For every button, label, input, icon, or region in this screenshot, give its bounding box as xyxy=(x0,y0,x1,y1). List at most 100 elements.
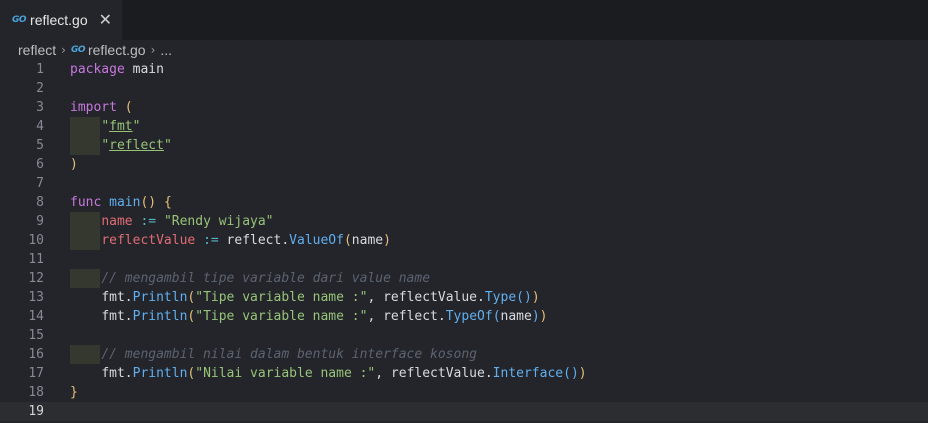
code-editor[interactable]: 1 package main 2 3 import ( 4 "fmt" 5 "r… xyxy=(0,60,928,423)
line-content: // mengambil nilai dalam bentuk interfac… xyxy=(70,345,477,364)
line-content: fmt.Println("Tipe variable name :", refl… xyxy=(70,288,540,307)
line-number: 7 xyxy=(36,176,44,191)
code-line[interactable]: 16 // mengambil nilai dalam bentuk inter… xyxy=(0,345,928,364)
keyword: package xyxy=(70,62,125,77)
line-content: reflectValue := reflect.ValueOf(name) xyxy=(70,231,391,250)
code-line[interactable]: 13 fmt.Println("Tipe variable name :", r… xyxy=(0,288,928,307)
argument: name xyxy=(500,309,532,324)
code-line[interactable]: 18 } xyxy=(0,383,928,402)
function-name: main xyxy=(109,195,141,210)
function-call: TypeOf xyxy=(445,309,493,324)
breadcrumb-file[interactable]: reflect.go xyxy=(88,42,146,58)
string: "Tipe variable name :" xyxy=(195,309,368,324)
paren: () xyxy=(140,195,157,210)
package-ref: fmt. xyxy=(101,366,133,381)
line-number: 19 xyxy=(28,404,44,419)
argument: , reflectValue. xyxy=(375,366,493,381)
line-number: 5 xyxy=(36,138,44,153)
keyword: func xyxy=(70,195,102,210)
code-line[interactable]: 7 xyxy=(0,174,928,193)
chevron-right-icon: › xyxy=(61,43,66,57)
variable: name xyxy=(101,214,133,229)
tab-bar: GO reflect.go ✕ xyxy=(0,0,928,40)
line-content: import ( xyxy=(70,98,133,117)
string: "Tipe variable name :" xyxy=(195,290,368,305)
function-call: Println xyxy=(132,309,188,324)
comment: // mengambil tipe variable dari value na… xyxy=(101,271,431,286)
paren: ) xyxy=(578,366,587,381)
paren: ) xyxy=(531,290,540,305)
line-number: 10 xyxy=(28,233,44,248)
line-number: 13 xyxy=(28,290,44,305)
operator: := xyxy=(203,233,219,248)
code-line[interactable]: 9 name := "Rendy wijaya" xyxy=(0,212,928,231)
breadcrumb-more[interactable]: ... xyxy=(160,42,172,58)
line-number: 3 xyxy=(36,100,44,115)
line-content: package main xyxy=(70,60,164,79)
argument: , reflectValue. xyxy=(367,290,485,305)
line-number: 8 xyxy=(36,195,44,210)
paren: () xyxy=(516,290,532,305)
code-line[interactable]: 11 xyxy=(0,250,928,269)
paren: ) xyxy=(383,233,391,248)
code-line[interactable]: 10 reflectValue := reflect.ValueOf(name) xyxy=(0,231,928,250)
code-line[interactable]: 3 import ( xyxy=(0,98,928,117)
line-number: 15 xyxy=(28,328,44,343)
package-ref: fmt. xyxy=(101,309,133,324)
line-number: 2 xyxy=(36,81,44,96)
close-icon[interactable]: ✕ xyxy=(99,11,112,29)
string: "reflect" xyxy=(101,138,172,153)
line-number: 12 xyxy=(28,271,44,286)
argument: , reflect. xyxy=(367,309,446,324)
code-line[interactable]: 15 xyxy=(0,326,928,345)
paren: () xyxy=(563,366,579,381)
comment: // mengambil nilai dalam bentuk interfac… xyxy=(101,347,477,362)
paren: ( xyxy=(492,309,501,324)
line-content: "reflect" xyxy=(70,136,172,155)
package-name: main xyxy=(124,62,164,77)
brace: { xyxy=(163,195,172,210)
tab-reflect-go[interactable]: GO reflect.go ✕ xyxy=(0,0,122,40)
code-line[interactable]: 4 "fmt" xyxy=(0,117,928,136)
paren: ( xyxy=(124,100,133,115)
function-call: Println xyxy=(132,366,188,381)
code-line-current[interactable]: 19 xyxy=(0,402,928,421)
paren: ) xyxy=(531,309,540,324)
code-line[interactable]: 1 package main xyxy=(0,60,928,79)
line-content: // mengambil tipe variable dari value na… xyxy=(70,269,430,288)
code-line[interactable]: 17 fmt.Println("Nilai variable name :", … xyxy=(0,364,928,383)
breadcrumb: reflect › GO reflect.go › ... xyxy=(0,40,928,60)
function-call: ValueOf xyxy=(289,233,344,248)
line-content: fmt.Println("Nilai variable name :", ref… xyxy=(70,364,587,383)
go-file-icon: GO xyxy=(12,14,27,25)
code-line[interactable]: 2 xyxy=(0,79,928,98)
brace: } xyxy=(70,385,78,400)
function-call: Println xyxy=(132,290,188,305)
line-content: } xyxy=(70,383,78,402)
tab-title: reflect.go xyxy=(30,12,88,28)
line-content: func main() { xyxy=(70,193,172,212)
string: "fmt" xyxy=(101,119,141,134)
paren: ) xyxy=(539,309,548,324)
go-file-icon: GO xyxy=(70,44,86,55)
string: "Nilai variable name :" xyxy=(195,366,376,381)
package-ref: fmt. xyxy=(101,290,133,305)
line-number: 17 xyxy=(28,366,44,381)
paren: ) xyxy=(70,157,78,172)
code-line[interactable]: 8 func main() { xyxy=(0,193,928,212)
line-number: 1 xyxy=(36,62,44,77)
line-content: "fmt" xyxy=(70,117,140,136)
paren: ( xyxy=(343,233,352,248)
breadcrumb-folder[interactable]: reflect xyxy=(18,42,56,58)
code-line[interactable]: 5 "reflect" xyxy=(0,136,928,155)
code-line[interactable]: 14 fmt.Println ("Tipe variable name :", r… xyxy=(0,307,928,326)
argument: name xyxy=(351,233,384,248)
line-content: fmt.Println ( "Tipe variable name :", refl… xyxy=(70,307,547,326)
package-ref: reflect. xyxy=(226,233,290,248)
code-line[interactable]: 6 ) xyxy=(0,155,928,174)
editor-window: GO reflect.go ✕ reflect › GO reflect.go … xyxy=(0,0,928,423)
keyword: import xyxy=(70,100,117,115)
code-line[interactable]: 12 // mengambil tipe variable dari value… xyxy=(0,269,928,288)
line-number: 4 xyxy=(36,119,44,134)
line-number: 16 xyxy=(28,347,44,362)
